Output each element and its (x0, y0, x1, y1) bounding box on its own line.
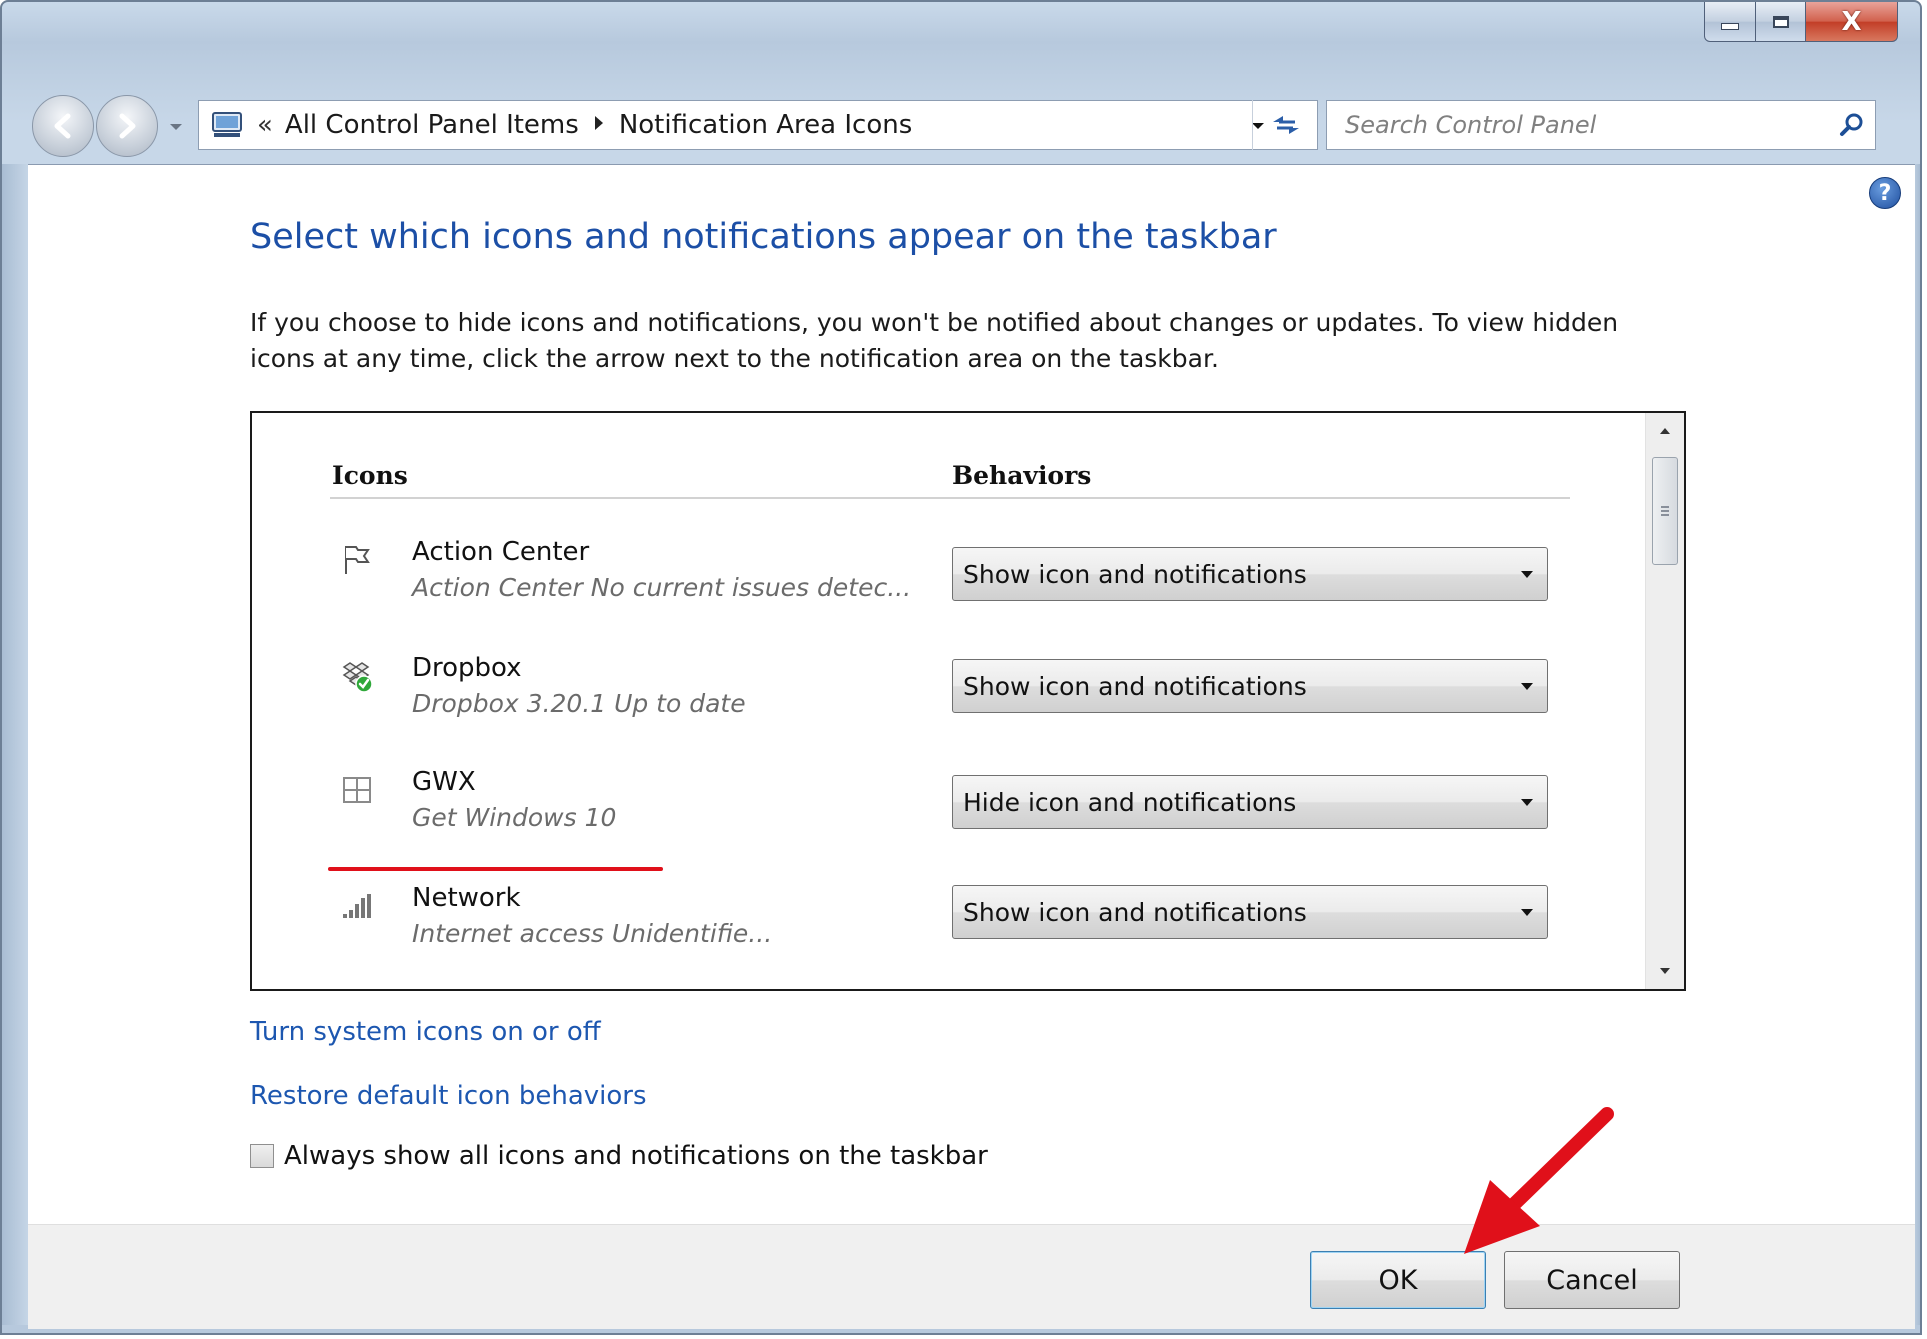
behavior-select[interactable]: Hide icon and notifications (952, 775, 1684, 829)
minimize-button[interactable] (1704, 2, 1756, 42)
header-divider (330, 497, 1570, 499)
column-header-behaviors: Behaviors (952, 461, 1092, 490)
list-item-description: Internet access Unidentifie... (412, 919, 773, 948)
behavior-select-value: Hide icon and notifications (963, 787, 1297, 817)
address-bar[interactable]: « All Control Panel Items Notification A… (198, 100, 1318, 150)
window-frame-left (2, 164, 28, 1333)
list-item-action-center: Action Center Action Center No current i… (252, 537, 1652, 647)
chevron-down-icon (1507, 798, 1547, 807)
list-item-name: GWX (412, 767, 476, 797)
always-show-checkbox[interactable] (250, 1144, 274, 1168)
scroll-thumb[interactable] (1652, 457, 1678, 565)
scroll-up-arrow-icon[interactable] (1646, 413, 1684, 449)
close-button[interactable]: X (1806, 2, 1898, 42)
dropbox-icon (340, 659, 374, 693)
list-item-dropbox: Dropbox Dropbox 3.20.1 Up to date Show i… (252, 653, 1652, 763)
behavior-select-value: Show icon and notifications (963, 671, 1307, 701)
maximize-button[interactable] (1756, 2, 1806, 42)
caption-buttons: X (1704, 2, 1898, 42)
search-icon[interactable] (1829, 102, 1875, 148)
recent-pages-dropdown[interactable] (164, 112, 188, 142)
content-pane: ? Select which icons and notifications a… (28, 164, 1915, 1224)
behavior-select[interactable]: Show icon and notifications (952, 885, 1548, 939)
behavior-select[interactable]: Show icon and notifications (952, 659, 1548, 713)
column-header-icons: Icons (332, 461, 408, 490)
help-icon[interactable]: ? (1869, 177, 1901, 209)
refresh-button[interactable] (1252, 100, 1318, 150)
notification-icons-list[interactable]: Icons Behaviors Action Center Action Cen… (250, 411, 1686, 991)
breadcrumb-all-control-panel-items[interactable]: All Control Panel Items (279, 106, 585, 144)
chevron-down-icon (1507, 682, 1547, 691)
control-panel-window: X « All Control Panel Items Notification… (0, 0, 1922, 1335)
page-description: If you choose to hide icons and notifica… (250, 308, 1619, 373)
red-annotation-underline (328, 867, 663, 871)
list-item-name: Dropbox (412, 653, 522, 683)
back-arrow-icon (54, 113, 71, 139)
always-show-label[interactable]: Always show all icons and notifications … (284, 1141, 988, 1171)
grip-icon (1661, 506, 1669, 516)
list-item-network: Network Internet access Unidentifie... S… (252, 883, 1652, 989)
search-input[interactable] (1327, 100, 1829, 150)
list-item-description: Action Center No current issues detec... (412, 573, 912, 602)
refresh-icon (1272, 116, 1299, 134)
forward-button[interactable] (96, 95, 158, 157)
vertical-scrollbar[interactable] (1645, 413, 1684, 989)
restore-default-behaviors-link[interactable]: Restore default icon behaviors (250, 1081, 647, 1111)
list-item-name: Network (412, 883, 521, 913)
always-show-option[interactable]: Always show all icons and notifications … (250, 1141, 988, 1171)
behavior-select[interactable]: Show icon and notifications (952, 547, 1548, 601)
breadcrumb-overflow-chevron[interactable]: « (257, 112, 273, 138)
breadcrumb-separator-icon[interactable] (593, 115, 605, 136)
minimize-icon (1721, 23, 1739, 30)
flag-icon (340, 543, 374, 577)
list-item-gwx: GWX Get Windows 10 Hide icon and notific… (252, 767, 1684, 877)
network-signal-icon (340, 889, 374, 923)
behavior-select-value: Show icon and notifications (963, 897, 1307, 927)
chevron-down-icon (1507, 908, 1547, 917)
dialog-footer: OK Cancel (28, 1224, 1915, 1329)
maximize-icon (1772, 15, 1789, 28)
list-item-description: Get Windows 10 (412, 803, 617, 832)
list-item-description: Dropbox 3.20.1 Up to date (412, 689, 746, 718)
scroll-down-arrow-icon[interactable] (1646, 953, 1684, 989)
turn-system-icons-link[interactable]: Turn system icons on or off (250, 1017, 601, 1047)
close-icon: X (1841, 6, 1862, 37)
behavior-select-value: Show icon and notifications (963, 559, 1307, 589)
control-panel-icon (209, 111, 245, 139)
search-box[interactable] (1326, 100, 1876, 150)
breadcrumb-notification-area-icons[interactable]: Notification Area Icons (613, 106, 918, 144)
forward-arrow-icon (119, 113, 136, 139)
list-item-name: Action Center (412, 537, 590, 567)
chevron-down-icon (1507, 570, 1547, 579)
chevron-down-icon (170, 124, 182, 130)
page-title: Select which icons and notifications app… (250, 217, 1277, 257)
ok-button[interactable]: OK (1310, 1251, 1486, 1309)
windows-icon (340, 773, 374, 807)
cancel-button[interactable]: Cancel (1504, 1251, 1680, 1309)
back-button[interactable] (32, 95, 94, 157)
